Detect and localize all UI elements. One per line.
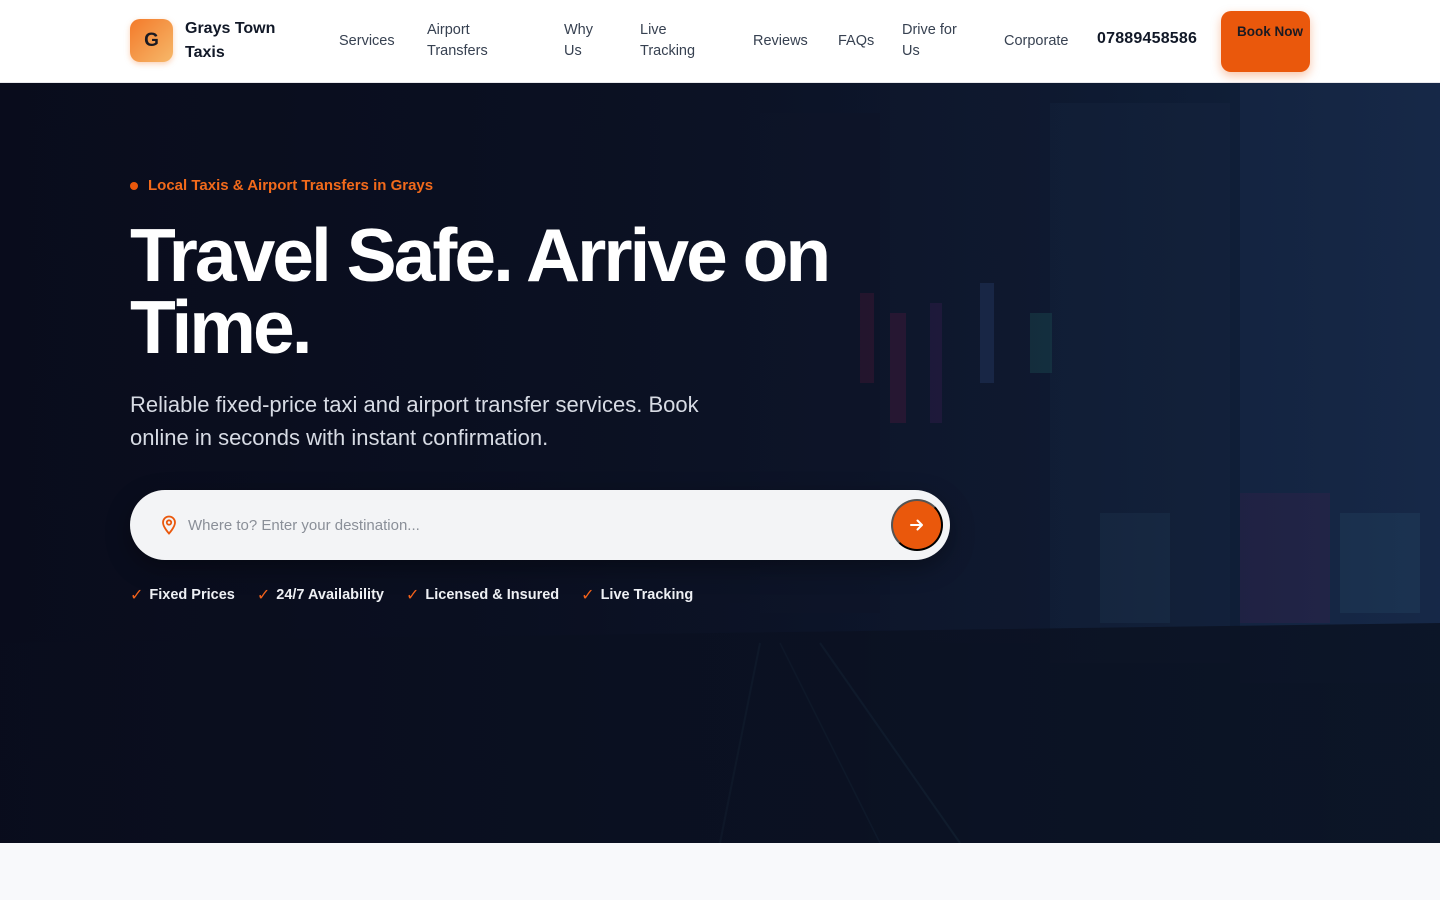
arrow-right-icon <box>910 519 923 531</box>
feature-item: ✓ Fixed Prices <box>130 585 235 605</box>
site-header: G Grays Town Taxis Services Airport Tran… <box>0 0 1440 83</box>
nav-link-corporate[interactable]: Corporate <box>1004 31 1084 52</box>
feature-item: ✓ 24/7 Availability <box>257 585 384 605</box>
nav-link-airport-transfers[interactable]: Airport Transfers <box>427 20 507 62</box>
destination-input[interactable] <box>188 508 868 542</box>
nav-link-faqs[interactable]: FAQs <box>838 31 888 52</box>
map-pin-icon <box>160 515 178 535</box>
hero-eyebrow: Local Taxis & Airport Transfers in Grays <box>130 177 433 194</box>
feature-list: ✓ Fixed Prices ✓ 24/7 Availability ✓ Lic… <box>130 585 693 605</box>
feature-label: Fixed Prices <box>149 587 235 603</box>
destination-search-bar <box>130 490 950 560</box>
check-icon: ✓ <box>130 587 144 604</box>
check-icon: ✓ <box>256 587 271 604</box>
brand-name[interactable]: Grays Town Taxis <box>185 17 295 65</box>
check-icon: ✓ <box>405 587 420 604</box>
feature-label: 24/7 Availability <box>276 587 384 603</box>
book-now-button[interactable]: Book Now <box>1221 11 1310 72</box>
nav-link-services[interactable]: Services <box>339 31 409 52</box>
feature-label: Live Tracking <box>600 587 694 603</box>
logo-initial: G <box>144 29 159 51</box>
nav-link-reviews[interactable]: Reviews <box>753 31 823 52</box>
search-submit-button[interactable] <box>891 499 943 551</box>
logo-icon[interactable]: G <box>130 19 173 62</box>
feature-item: ✓ Live Tracking <box>581 585 693 605</box>
feature-label: Licensed & Insured <box>425 587 560 603</box>
eyebrow-text: Local Taxis & Airport Transfers in Grays <box>148 177 434 194</box>
nav-link-live-tracking[interactable]: Live Tracking <box>640 20 710 62</box>
nav-link-why-us[interactable]: Why Us <box>564 20 604 62</box>
hero-subtext: Reliable fixed-price taxi and airport tr… <box>130 392 699 450</box>
hero-section: Local Taxis & Airport Transfers in Grays… <box>0 83 1440 843</box>
hero-overlay <box>0 83 1440 843</box>
dot-icon <box>130 181 138 190</box>
phone-number[interactable]: 07889458586 <box>1097 30 1197 48</box>
check-icon: ✓ <box>581 587 595 604</box>
feature-item: ✓ Licensed & Insured <box>406 585 559 605</box>
next-section <box>0 843 1440 900</box>
nav-link-drive-for-us[interactable]: Drive for Us <box>902 20 972 62</box>
hero-headline: Travel Safe. Arrive on Time. <box>130 213 831 369</box>
